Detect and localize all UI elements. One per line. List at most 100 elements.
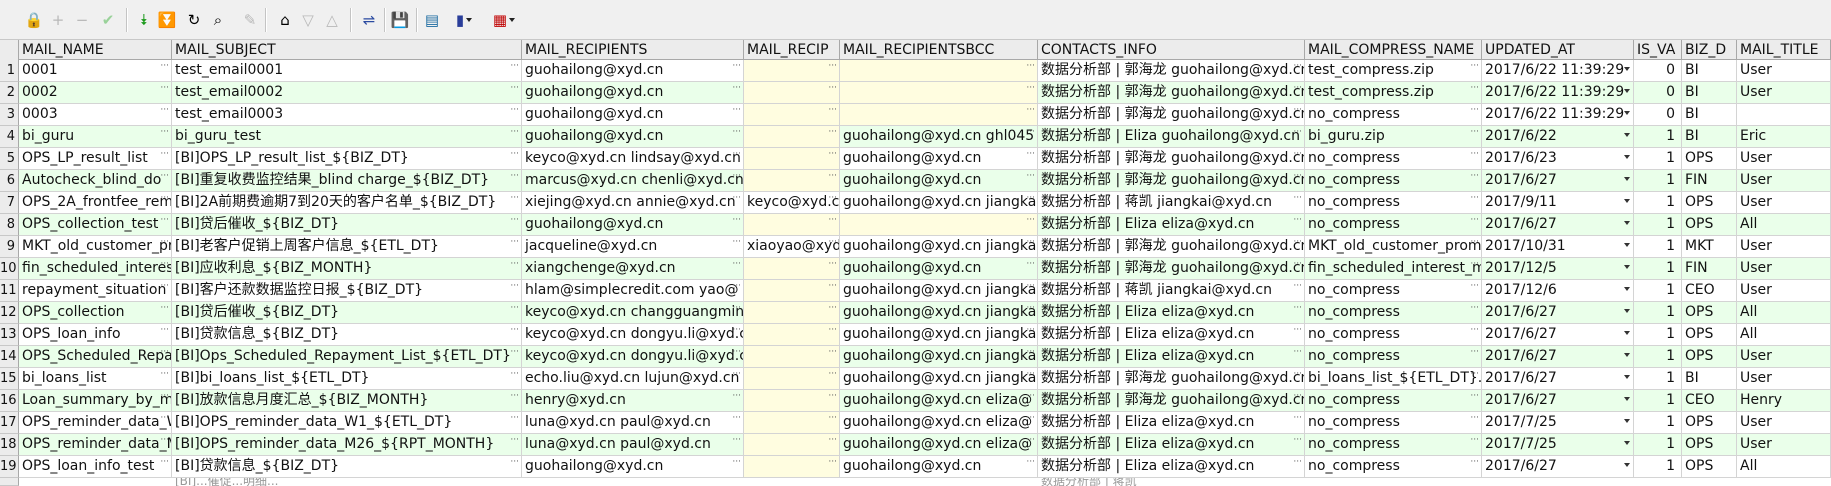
cell-mail-compress-name[interactable]: no_compress ··· [1305,302,1482,324]
cell-is-va[interactable]: 1 [1634,368,1682,390]
cell-editor-ellipsis-icon[interactable]: ··· [1026,282,1035,291]
cell-mail-name[interactable]: OPS_LP_result_list ··· [19,148,172,170]
cell-editor-ellipsis-icon[interactable]: ··· [732,392,741,401]
cell-editor-ellipsis-icon[interactable]: ··· [1293,282,1302,291]
cell-mail-recipients[interactable]: marcus@xyd.cn chenli@xyd.cn ··· [522,170,744,192]
cell-biz-d[interactable]: OPS [1682,214,1737,236]
cell-editor-ellipsis-icon[interactable]: ··· [1026,216,1035,225]
cell-editor-ellipsis-icon[interactable]: ··· [1293,370,1302,379]
column-header-contacts-info[interactable]: CONTACTS_INFO [1038,40,1305,60]
row-number[interactable]: 18 [0,434,19,456]
cell-contacts-info[interactable]: 数据分析部 | Eliza eliza@xyd.cn ··· [1038,456,1305,478]
cell-mail-recip[interactable]: ··· [744,82,840,104]
cell-mail-recip[interactable]: ··· [744,346,840,368]
table-row[interactable]: 9MKT_old_customer_promo···[BI]老客户促销上周客户信… [0,236,1831,258]
cell-is-va[interactable]: 1 [1634,148,1682,170]
cell-mail-title[interactable]: User [1737,148,1831,170]
cell-editor-ellipsis-icon[interactable]: ··· [160,414,169,423]
cell-biz-d[interactable]: OPS [1682,346,1737,368]
cell-mail-subject[interactable]: [BI]贷款信息_${BIZ_DT} ··· [172,456,522,478]
table-row[interactable]: 4 bi_guru ··· bi_guru_test ··· guohailong@xyd… [0,126,1831,148]
table-row[interactable]: 8 OPS_collection_test ··· [BI]贷后催收_${BIZ_DT… [0,214,1831,236]
cell-mail-recipientsbcc[interactable]: guohailong@xyd.cn jiangkai ··· [840,346,1038,368]
cell-mail-recipientsbcc[interactable]: guohailong@xyd.cn jiangkai ··· [840,280,1038,302]
cell-editor-ellipsis-icon[interactable]: ··· [1293,436,1302,445]
cell-mail-name[interactable]: OPS_2A_frontfee_rem ··· [19,192,172,214]
cell-editor-ellipsis-icon[interactable]: ··· [1470,326,1479,335]
cell-editor-ellipsis-icon[interactable]: ··· [732,326,741,335]
cell-updated-at[interactable]: 2017/6/27 [1482,368,1634,390]
date-dropdown-icon[interactable] [1624,309,1630,313]
cell-mail-compress-name[interactable]: no_compress ··· [1305,170,1482,192]
cell-mail-recipients[interactable]: keyco@xyd.cn lindsay@xyd.cn ··· [522,148,744,170]
cell-mail-compress-name[interactable]: MKT_old_customer_promo ··· [1305,236,1482,258]
cell-mail-title[interactable]: User [1737,280,1831,302]
date-dropdown-icon[interactable] [1624,463,1630,467]
cell-contacts-info[interactable]: 数据分析部 | Eliza eliza@xyd.cn ··· [1038,214,1305,236]
cell-mail-title[interactable]: User [1737,60,1831,82]
cell-mail-recipients[interactable]: hlam@simplecredit.com yao@ ··· [522,280,744,302]
date-dropdown-icon[interactable] [1624,331,1630,335]
cell-biz-d[interactable]: BI [1682,60,1737,82]
cell-updated-at[interactable]: 2017/6/27 [1482,170,1634,192]
cell-biz-d[interactable]: OPS [1682,324,1737,346]
cell-mail-name[interactable]: 0003 ··· [19,104,172,126]
cell-editor-ellipsis-icon[interactable]: ··· [828,84,837,93]
cell-mail-subject[interactable]: test_email0002 ··· [172,82,522,104]
cell-mail-subject[interactable]: [BI]重复收费监控结果_blind charge_${BIZ_DT} ··· [172,170,522,192]
date-dropdown-icon[interactable] [1624,199,1630,203]
cell-biz-d[interactable]: OPS [1682,412,1737,434]
cell-contacts-info[interactable]: 数据分析部 | Eliza eliza@xyd.cn ··· [1038,324,1305,346]
sort-asc-button[interactable]: △ [322,9,342,31]
cell-mail-recip[interactable]: ··· [744,390,840,412]
table-row[interactable]: 3 0003 ··· test_email0003 ··· guohailong@xyd.… [0,104,1831,126]
cell-mail-name[interactable]: OPS_Scheduled_Repayment··· [19,346,172,368]
cell-editor-ellipsis-icon[interactable]: ··· [1293,216,1302,225]
save-button[interactable]: 💾 [390,9,410,31]
sql-button[interactable]: ▤ [422,9,442,31]
cell-biz-d[interactable]: OPS [1682,456,1737,478]
cell-editor-ellipsis-icon[interactable]: ··· [828,370,837,379]
cell-mail-compress-name[interactable]: test_compress.zip ··· [1305,60,1482,82]
sort-desc-button[interactable]: ▽ [298,9,318,31]
cell-mail-recipientsbcc[interactable]: ··· [840,60,1038,82]
cell-editor-ellipsis-icon[interactable]: ··· [1293,458,1302,467]
cell-mail-recipients[interactable]: xiejing@xyd.cn annie@xyd.cn ··· [522,192,744,214]
cell-editor-ellipsis-icon[interactable]: ··· [510,84,519,93]
cell-biz-d[interactable]: OPS [1682,302,1737,324]
table-row[interactable]: 16Loan_summary_by_month···[BI]放款信息月度汇总_$… [0,390,1831,412]
row-number[interactable]: 10 [0,258,19,280]
cell-mail-title[interactable]: Eric [1737,126,1831,148]
cell-mail-name[interactable]: MKT_old_customer_promo··· [19,236,172,258]
cell-mail-recipientsbcc[interactable]: guohailong@xyd.cn jiangkai ··· [840,324,1038,346]
cell-editor-ellipsis-icon[interactable]: ··· [510,304,519,313]
cell-editor-ellipsis-icon[interactable]: ··· [1026,150,1035,159]
cell-mail-subject[interactable]: test_email0001 ··· [172,60,522,82]
cell-mail-recipientsbcc[interactable]: guohailong@xyd.cn eliza@ ··· [840,434,1038,456]
cell-editor-ellipsis-icon[interactable]: ··· [510,326,519,335]
cell-editor-ellipsis-icon[interactable]: ··· [1026,414,1035,423]
cell-mail-recip[interactable]: xiaoyao@xyd.cn··· [744,236,840,258]
cell-biz-d[interactable]: BI [1682,126,1737,148]
cell-editor-ellipsis-icon[interactable]: ··· [1026,304,1035,313]
date-dropdown-icon[interactable] [1624,265,1630,269]
cell-editor-ellipsis-icon[interactable]: ··· [510,106,519,115]
post-button[interactable]: ✔ [98,9,118,31]
cell-editor-ellipsis-icon[interactable]: ··· [510,414,519,423]
cell-editor-ellipsis-icon[interactable]: ··· [1470,150,1479,159]
cell-mail-recipientsbcc[interactable]: guohailong@xyd.cn jiangkai ··· [840,302,1038,324]
cell-editor-ellipsis-icon[interactable]: ··· [1470,128,1479,137]
cell-mail-compress-name[interactable]: no_compress ··· [1305,280,1482,302]
cell-editor-ellipsis-icon[interactable]: ··· [1026,194,1035,203]
cell-mail-compress-name[interactable]: no_compress ··· [1305,390,1482,412]
cell-mail-subject[interactable]: [BI]2A前期费逾期7到20天的客户名单_${BIZ_DT} ··· [172,192,522,214]
cell-editor-ellipsis-icon[interactable]: ··· [1470,414,1479,423]
cell-editor-ellipsis-icon[interactable]: ··· [828,348,837,357]
cell-editor-ellipsis-icon[interactable]: ··· [1293,172,1302,181]
cell-editor-ellipsis-icon[interactable]: ··· [828,392,837,401]
cell-editor-ellipsis-icon[interactable]: ··· [828,238,837,247]
cell-editor-ellipsis-icon[interactable]: ··· [160,216,169,225]
cell-mail-recipients[interactable]: guohailong@xyd.cn ··· [522,82,744,104]
remove-button[interactable]: − [72,9,92,31]
cell-mail-recipientsbcc[interactable]: guohailong@xyd.cn ··· [840,170,1038,192]
